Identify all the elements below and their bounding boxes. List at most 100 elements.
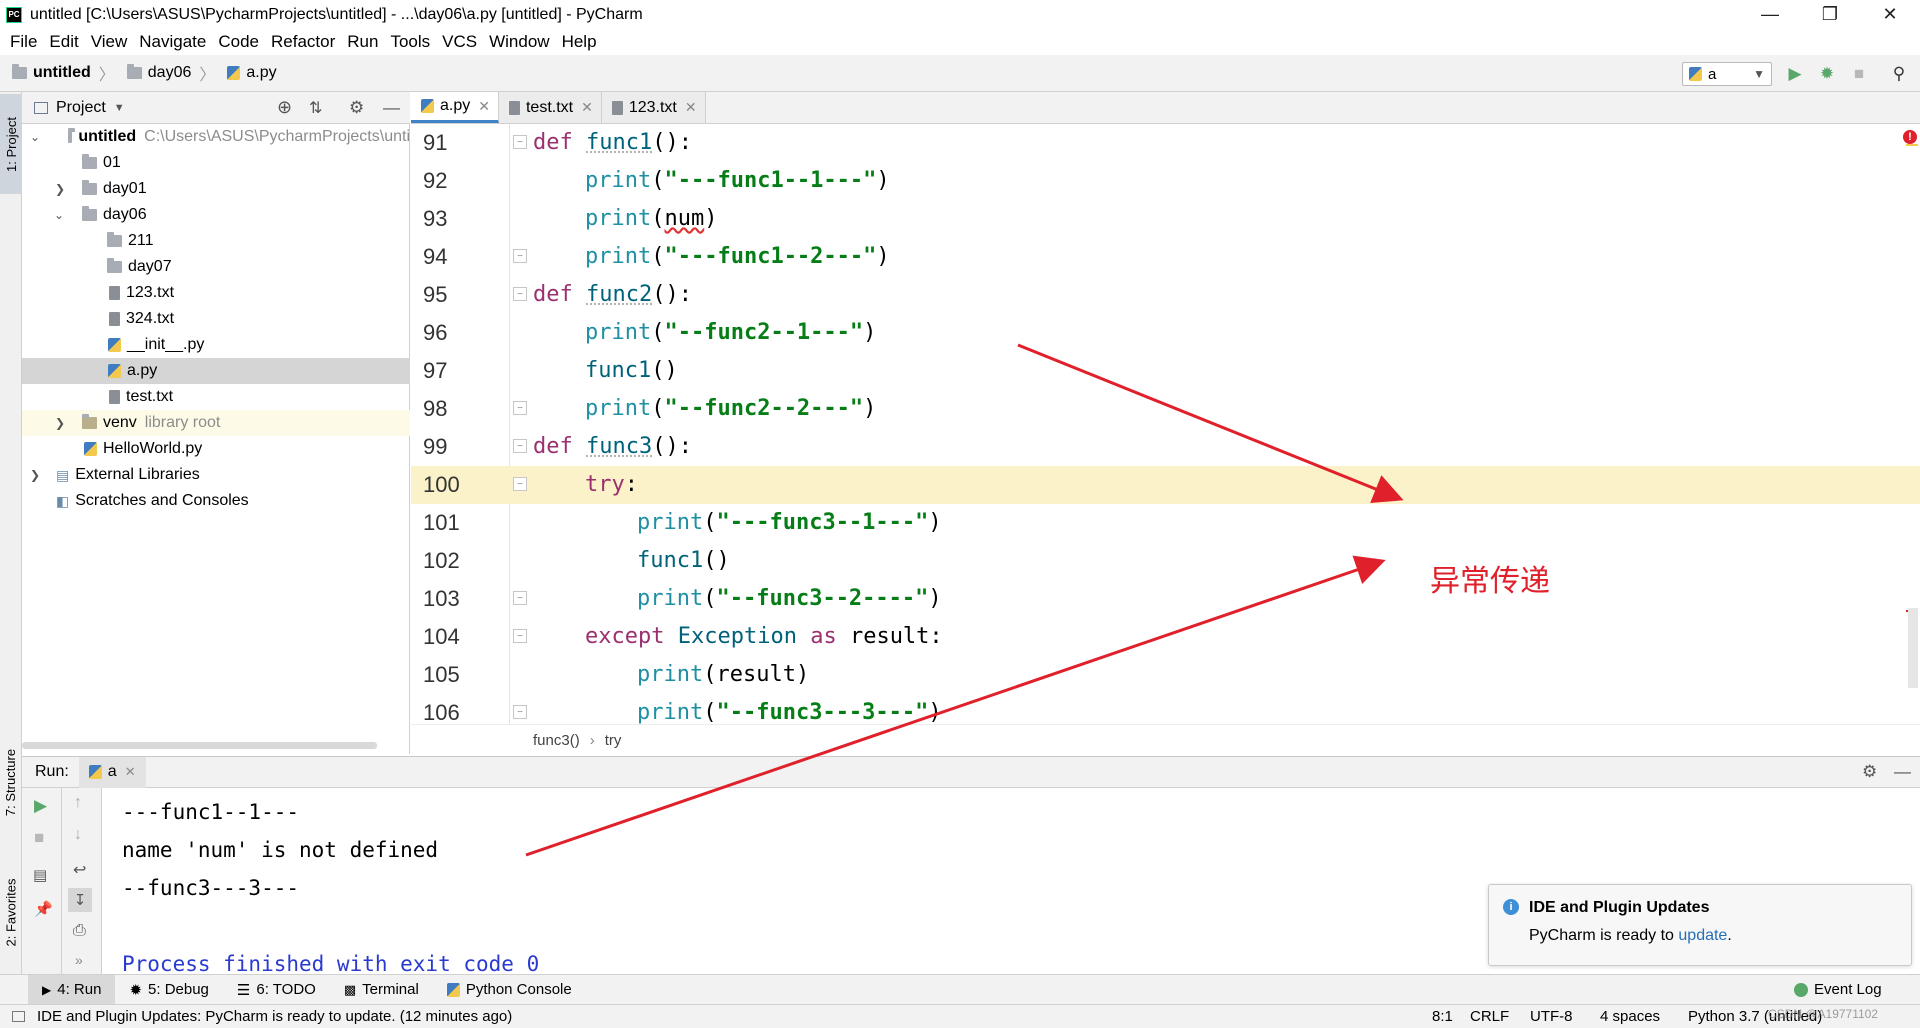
arrow-down-icon[interactable]: ↓ xyxy=(74,826,82,844)
run-configuration-select[interactable]: a ▼ xyxy=(1682,62,1772,86)
menu-help[interactable]: Help xyxy=(562,32,597,52)
tree-item-a-py[interactable]: a.py xyxy=(22,358,410,384)
toggle-panels-icon[interactable] xyxy=(12,1011,25,1022)
fold-marker-icon[interactable]: − xyxy=(513,401,527,415)
tab-structure-tool[interactable]: 7: Structure xyxy=(0,732,22,832)
tree-item-external-libraries[interactable]: ❯ ▤ External Libraries xyxy=(22,462,410,488)
fold-marker-icon[interactable]: − xyxy=(513,477,527,491)
print-icon[interactable]: ⎙ xyxy=(73,922,86,940)
tree-item-123-txt[interactable]: 123.txt xyxy=(22,280,410,306)
fold-marker-icon[interactable]: − xyxy=(513,135,527,149)
tree-item-venv[interactable]: ❯ venv library root xyxy=(22,410,410,436)
code-line[interactable]: 96 print("--func2--1---") xyxy=(411,314,1920,352)
code-line[interactable]: 95 def func2(): xyxy=(411,276,1920,314)
close-tab-icon[interactable]: ✕ xyxy=(125,764,136,780)
menu-navigate[interactable]: Navigate xyxy=(139,32,206,52)
code-line[interactable]: 93 print(num) xyxy=(411,200,1920,238)
tab-project-tool[interactable]: 1: Project xyxy=(0,94,22,194)
file-encoding[interactable]: UTF-8 xyxy=(1530,1008,1573,1025)
close-tab-icon[interactable]: ✕ xyxy=(685,99,697,116)
rerun-icon[interactable]: ▶ xyxy=(34,796,47,816)
stop-icon[interactable]: ■ xyxy=(34,828,44,848)
tool-tab-python-console[interactable]: Python Console xyxy=(433,975,586,1005)
error-indicator-icon[interactable]: ! xyxy=(1903,130,1917,144)
breadcrumb-a-py[interactable]: a.py xyxy=(227,64,277,82)
tab-a-py[interactable]: a.py ✕ xyxy=(411,92,499,123)
code-line[interactable]: 92 print("---func1--1---") xyxy=(411,162,1920,200)
tool-tab-terminal[interactable]: ▩ Terminal xyxy=(330,975,433,1005)
code-line[interactable]: 103 print("--func3--2----") xyxy=(411,580,1920,618)
search-icon[interactable]: ⚲ xyxy=(1887,62,1911,86)
fold-marker-icon[interactable]: − xyxy=(513,249,527,263)
breadcrumb-day06[interactable]: day06 xyxy=(126,64,191,82)
gear-icon[interactable]: ⚙ xyxy=(349,98,364,118)
tree-item-test-txt[interactable]: test.txt xyxy=(22,384,410,410)
vertical-scrollbar[interactable] xyxy=(1908,608,1918,688)
caret-position[interactable]: 8:1 xyxy=(1432,1008,1453,1025)
code-breadcrumb-func[interactable]: func3() xyxy=(533,732,580,749)
tool-tab-run[interactable]: ▶ 4: Run xyxy=(28,974,116,1005)
update-notification[interactable]: i IDE and Plugin Updates PyCharm is read… xyxy=(1488,884,1912,966)
code-line[interactable]: 91 def func1(): xyxy=(411,124,1920,162)
gear-icon[interactable]: ⚙ xyxy=(1862,762,1877,782)
more-icon[interactable]: » xyxy=(75,952,83,968)
code-line[interactable]: 98 print("--func2--2---") xyxy=(411,390,1920,428)
run-tab-a[interactable]: a ✕ xyxy=(78,756,146,788)
chevron-right-icon[interactable]: ❯ xyxy=(55,416,65,430)
horizontal-scrollbar[interactable] xyxy=(22,742,377,749)
tree-item-scratches[interactable]: ◧ Scratches and Consoles xyxy=(22,488,410,514)
tree-item-day01[interactable]: ❯ day01 xyxy=(22,176,410,202)
indent-setting[interactable]: 4 spaces xyxy=(1600,1008,1660,1025)
chevron-down-icon[interactable]: ⌄ xyxy=(30,130,40,144)
tab-favorites-tool[interactable]: 2: Favorites xyxy=(0,862,22,962)
tool-tab-todo[interactable]: ☰ 6: TODO xyxy=(223,975,330,1005)
close-tab-icon[interactable]: ✕ xyxy=(478,98,490,115)
tool-tab-debug[interactable]: ✹ 5: Debug xyxy=(115,975,222,1005)
update-link[interactable]: update xyxy=(1678,927,1727,944)
tree-item-day07[interactable]: day07 xyxy=(22,254,410,280)
fold-marker-icon[interactable]: − xyxy=(513,287,527,301)
menu-window[interactable]: Window xyxy=(489,32,549,52)
tree-item-init-py[interactable]: __init__.py xyxy=(22,332,410,358)
layout-icon[interactable]: ▤ xyxy=(33,866,47,884)
menu-vcs[interactable]: VCS xyxy=(442,32,477,52)
code-line[interactable]: 97 func1() xyxy=(411,352,1920,390)
stop-icon[interactable]: ■ xyxy=(1847,62,1871,86)
chevron-down-icon[interactable]: ⌄ xyxy=(54,208,64,222)
code-line[interactable]: 99 def func3(): xyxy=(411,428,1920,466)
line-separator[interactable]: CRLF xyxy=(1470,1008,1509,1025)
tool-tab-event-log[interactable]: Event Log xyxy=(1780,975,1896,1005)
chevron-down-icon[interactable]: ▼ xyxy=(114,102,125,114)
chevron-right-icon[interactable]: ❯ xyxy=(30,468,40,482)
fold-marker-icon[interactable]: − xyxy=(513,705,527,719)
code-breadcrumb-try[interactable]: try xyxy=(605,732,622,749)
menu-code[interactable]: Code xyxy=(218,32,259,52)
menu-file[interactable]: File xyxy=(10,32,37,52)
menu-run[interactable]: Run xyxy=(347,32,378,52)
tab-123-txt[interactable]: 123.txt ✕ xyxy=(601,92,706,123)
fold-marker-icon[interactable]: − xyxy=(513,591,527,605)
locate-icon[interactable]: ⊕ xyxy=(277,97,292,118)
fold-marker-icon[interactable]: − xyxy=(513,439,527,453)
chevron-right-icon[interactable]: ❯ xyxy=(55,182,65,196)
debug-icon[interactable]: ✹ xyxy=(1815,62,1839,86)
tree-item-01[interactable]: 01 xyxy=(22,150,410,176)
tree-item-day06[interactable]: ⌄ day06 xyxy=(22,202,410,228)
code-line[interactable]: 101 print("---func3--1---") xyxy=(411,504,1920,542)
hide-icon[interactable]: — xyxy=(383,98,400,118)
menu-tools[interactable]: Tools xyxy=(390,32,430,52)
code-line[interactable]: 104 except Exception as result: xyxy=(411,618,1920,656)
tree-item-324-txt[interactable]: 324.txt xyxy=(22,306,410,332)
code-line[interactable]: 105 print(result) xyxy=(411,656,1920,694)
tree-item-211[interactable]: 211 xyxy=(22,228,410,254)
project-panel-title[interactable]: Project xyxy=(56,99,106,117)
hide-icon[interactable]: — xyxy=(1894,762,1911,782)
menu-view[interactable]: View xyxy=(91,32,128,52)
collapse-all-icon[interactable]: ⇅ xyxy=(309,98,322,118)
pin-icon[interactable]: 📌 xyxy=(34,900,53,918)
code-editor[interactable]: 91 def func1(): 92 print("---func1--1---")… xyxy=(411,124,1920,724)
warning-stripe[interactable] xyxy=(1906,144,1918,146)
run-icon[interactable]: ▶ xyxy=(1783,62,1807,86)
restore-icon[interactable]: ❐ xyxy=(1805,0,1855,29)
menu-refactor[interactable]: Refactor xyxy=(271,32,335,52)
